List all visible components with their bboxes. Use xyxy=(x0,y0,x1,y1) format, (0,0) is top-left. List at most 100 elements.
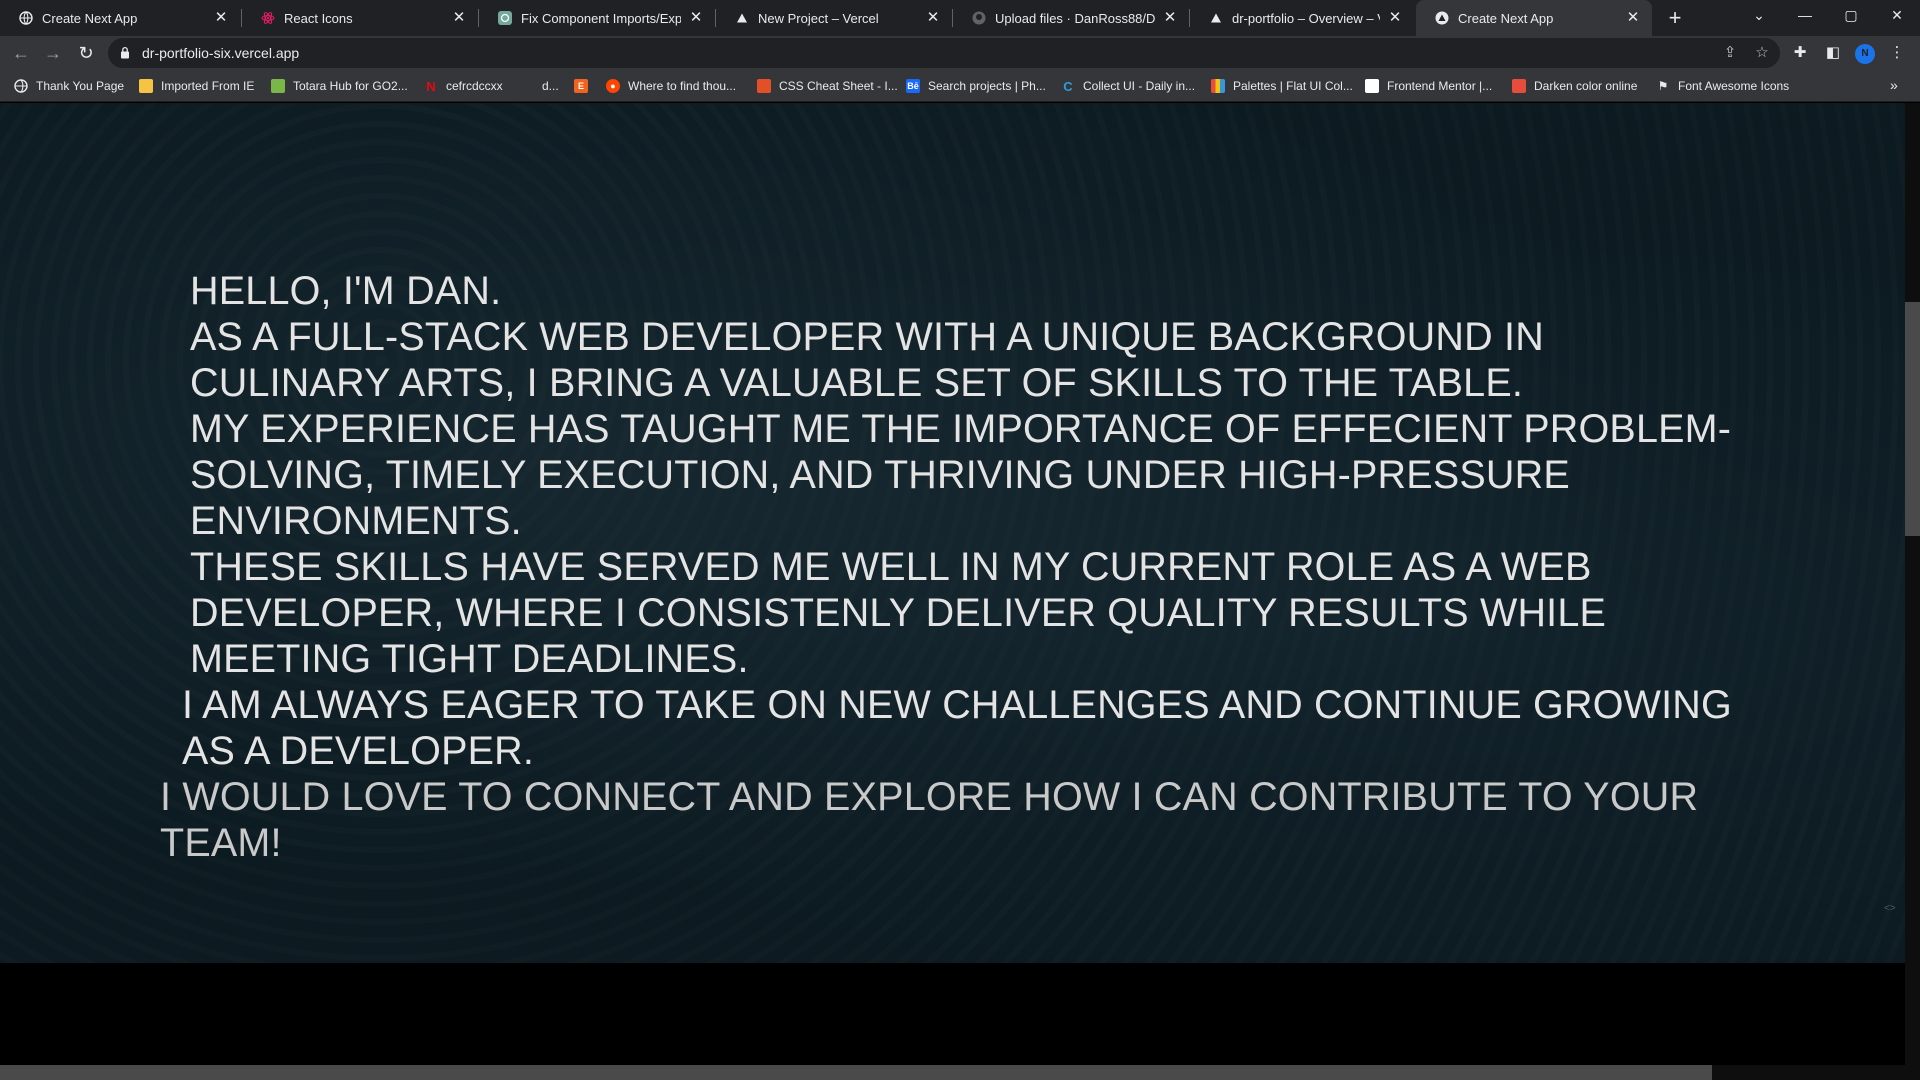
about-section: HELLO, I'M DAN. AS A FULL-STACK WEB DEVE… xyxy=(0,103,1905,963)
tab-new-project-vercel[interactable]: New Project – Vercel ✕ xyxy=(716,0,952,36)
vercel-icon xyxy=(1208,10,1224,26)
tab-upload-files-github[interactable]: Upload files · DanRoss88/DRpor ✕ xyxy=(953,0,1189,36)
minimize-button[interactable]: — xyxy=(1782,0,1828,30)
css-icon xyxy=(757,79,771,93)
more-bookmarks-icon[interactable]: » xyxy=(1890,77,1898,93)
about-paragraph-experience: MY EXPERIENCE HAS TAUGHT ME THE IMPORTAN… xyxy=(190,407,1732,543)
address-bar[interactable]: dr-portfolio-six.vercel.app ⇪ ☆ xyxy=(108,38,1780,68)
close-icon[interactable]: ✕ xyxy=(212,9,230,27)
bookmark-reddit[interactable]: ● Where to find thou... xyxy=(606,77,736,95)
bookmark-font-awesome[interactable]: ⚑ Font Awesome Icons xyxy=(1656,77,1790,95)
bookmark-css-cheat-sheet[interactable]: CSS Cheat Sheet - I... xyxy=(757,77,898,95)
url-text: dr-portfolio-six.vercel.app xyxy=(142,45,300,61)
close-icon[interactable]: ✕ xyxy=(924,9,942,27)
back-button[interactable]: ← xyxy=(7,39,35,67)
close-icon[interactable]: ✕ xyxy=(1386,9,1404,27)
totara-icon xyxy=(271,79,285,93)
bookmark-label: Frontend Mentor |... xyxy=(1387,79,1493,93)
bookmark-label: Where to find thou... xyxy=(628,79,737,93)
resize-handle-icon[interactable]: <> xyxy=(1884,903,1896,914)
collectui-icon: C xyxy=(1063,78,1073,94)
behance-icon: Bē xyxy=(906,79,920,93)
about-paragraph-background: AS A FULL-STACK WEB DEVELOPER WITH A UNI… xyxy=(190,315,1544,405)
close-icon[interactable]: ✕ xyxy=(450,9,468,27)
close-window-button[interactable]: ✕ xyxy=(1874,0,1920,30)
about-text: HELLO, I'M DAN. AS A FULL-STACK WEB DEVE… xyxy=(160,268,1750,866)
menu-icon[interactable]: ⋮ xyxy=(1887,43,1907,63)
side-panel-icon[interactable]: ◧ xyxy=(1823,43,1843,63)
bookmark-collect-ui[interactable]: C Collect UI - Daily in... xyxy=(1061,77,1195,95)
horizontal-scrollbar-thumb[interactable] xyxy=(0,1065,1712,1080)
close-icon[interactable]: ✕ xyxy=(1161,9,1179,27)
bookmark-label: Palettes | Flat UI Col... xyxy=(1233,79,1353,93)
tab-title: Create Next App xyxy=(42,10,138,26)
react-icon xyxy=(260,10,276,26)
globe-icon xyxy=(18,10,34,26)
new-tab-button[interactable]: + xyxy=(1661,4,1689,32)
about-paragraph-eager: I AM ALWAYS EAGER TO TAKE ON NEW CHALLEN… xyxy=(182,683,1732,773)
github-icon xyxy=(971,10,987,26)
vercel-icon xyxy=(734,10,750,26)
bookmark-netflix[interactable]: N cefrcdccxx xyxy=(424,77,503,95)
flag-icon: ⚑ xyxy=(1657,79,1669,93)
forward-button[interactable]: → xyxy=(39,39,67,67)
etsy-icon: E xyxy=(574,79,588,93)
globe-icon xyxy=(14,79,28,93)
darken-icon xyxy=(1512,79,1526,93)
tab-title: New Project – Vercel xyxy=(758,10,879,26)
tab-search-icon[interactable]: ⌄ xyxy=(1736,0,1782,30)
palette-icon xyxy=(1211,79,1225,93)
reddit-icon: ● xyxy=(606,79,620,93)
bookmark-label: Thank You Page xyxy=(36,79,125,93)
vertical-scrollbar-track[interactable] xyxy=(1905,103,1920,1065)
profile-avatar[interactable]: N xyxy=(1855,44,1875,64)
bookmark-darken-color[interactable]: Darken color online xyxy=(1512,77,1637,95)
tab-title: Upload files · DanRoss88/DRpor xyxy=(995,10,1155,26)
extensions-icon[interactable]: ✚ xyxy=(1790,43,1810,63)
bookmark-totara-hub[interactable]: Totara Hub for GO2... xyxy=(271,77,408,95)
vertical-scrollbar-thumb[interactable] xyxy=(1905,302,1920,536)
tab-create-next-app-active[interactable]: Create Next App ✕ xyxy=(1416,0,1652,36)
chatgpt-icon xyxy=(497,10,513,26)
bookmark-star-icon[interactable]: ☆ xyxy=(1752,43,1772,63)
bookmark-label: d... xyxy=(542,79,559,93)
folder-icon xyxy=(139,79,153,93)
bookmark-thank-you-page[interactable]: Thank You Page xyxy=(14,77,124,95)
bookmark-behance[interactable]: Bē Search projects | Ph... xyxy=(906,77,1046,95)
page-viewport: HELLO, I'M DAN. AS A FULL-STACK WEB DEVE… xyxy=(0,103,1905,1065)
bookmark-label: CSS Cheat Sheet - I... xyxy=(779,79,898,93)
maximize-button[interactable]: ▢ xyxy=(1828,0,1874,30)
about-greeting: HELLO, I'M DAN. xyxy=(190,269,502,313)
close-icon[interactable]: ✕ xyxy=(687,9,705,27)
bookmark-label: Font Awesome Icons xyxy=(1678,79,1790,93)
frontendmentor-icon xyxy=(1365,79,1379,93)
blank-icon xyxy=(520,79,534,93)
netflix-icon: N xyxy=(426,78,436,94)
bookmark-frontend-mentor[interactable]: Frontend Mentor |... xyxy=(1365,77,1492,95)
bookmark-label: Imported From IE xyxy=(161,79,255,93)
bookmark-label: cefrcdccxx xyxy=(446,79,503,93)
bookmark-label: Collect UI - Daily in... xyxy=(1083,79,1196,93)
reload-button[interactable]: ↻ xyxy=(72,39,100,67)
about-paragraph-connect: I WOULD LOVE TO CONNECT AND EXPLORE HOW … xyxy=(160,775,1699,865)
bookmark-imported-from-ie[interactable]: Imported From IE xyxy=(139,77,254,95)
vercel-icon xyxy=(1434,10,1450,26)
lock-icon[interactable] xyxy=(120,46,130,64)
bookmark-etsy[interactable]: E xyxy=(574,77,596,95)
about-paragraph-skills: THESE SKILLS HAVE SERVED ME WELL IN MY C… xyxy=(190,545,1607,681)
bookmark-d[interactable]: d... xyxy=(520,77,559,95)
bookmark-label: Totara Hub for GO2... xyxy=(293,79,408,93)
bookmark-label: Darken color online xyxy=(1534,79,1638,93)
bookmark-flat-ui-palettes[interactable]: Palettes | Flat UI Col... xyxy=(1211,77,1353,95)
browser-toolbar: ← → ↻ dr-portfolio-six.vercel.app ⇪ ☆ ✚ … xyxy=(0,36,1920,70)
tab-title: dr-portfolio – Overview – Vercel xyxy=(1232,10,1380,26)
tab-strip: Create Next App ✕ React Icons ✕ Fix Comp… xyxy=(0,0,1920,36)
tab-fix-component-imports[interactable]: Fix Component Imports/Exports ✕ xyxy=(479,0,715,36)
tab-title: Create Next App xyxy=(1458,10,1554,26)
close-icon[interactable]: ✕ xyxy=(1624,9,1642,27)
tab-create-next-app[interactable]: Create Next App ✕ xyxy=(0,0,240,36)
bookmark-label: Search projects | Ph... xyxy=(928,79,1046,93)
tab-react-icons[interactable]: React Icons ✕ xyxy=(242,0,478,36)
share-icon[interactable]: ⇪ xyxy=(1720,43,1740,63)
tab-dr-portfolio-overview[interactable]: dr-portfolio – Overview – Vercel ✕ xyxy=(1190,0,1414,36)
